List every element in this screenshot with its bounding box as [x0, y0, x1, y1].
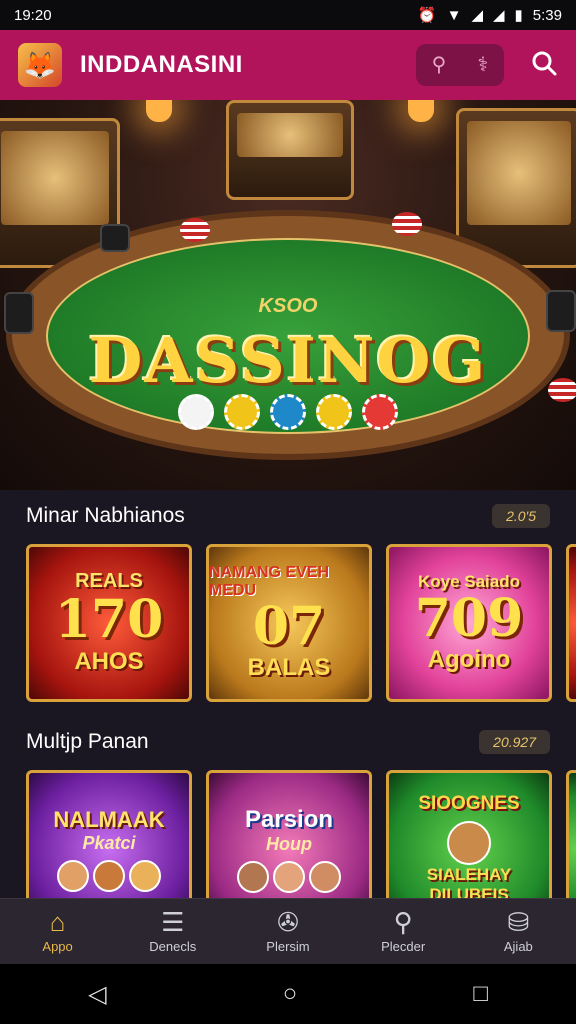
card-subtitle: Houp: [266, 833, 312, 854]
card-title: NALMAAK: [53, 806, 165, 832]
recents-icon[interactable]: □: [473, 980, 488, 1008]
card-characters: [237, 860, 341, 893]
dice-cup: [546, 290, 576, 332]
card-characters: [57, 859, 161, 892]
character-avatar: [129, 859, 161, 892]
lamp: [408, 100, 434, 122]
app-title: INDDANASINI: [80, 51, 243, 78]
chip: [270, 394, 306, 430]
card-characters: [447, 821, 491, 865]
hero-banner[interactable]: KSOO DASSINOG: [0, 100, 576, 490]
settings-circle-icon: ✇: [277, 907, 299, 937]
chip-stack: [392, 212, 422, 236]
app-bar: 🦊 INDDANASINI ⚲ ⚕: [0, 30, 576, 100]
search-icon: ⚲: [393, 907, 413, 937]
nav-label: Ajiab: [503, 939, 533, 954]
section-header: Minar Nabhianos 2.0'5: [26, 498, 550, 534]
nav-label: Plersim: [266, 939, 310, 954]
character-avatar: [237, 860, 269, 893]
wifi-icon: ▼: [446, 6, 462, 24]
home-icon: ⌂: [49, 907, 66, 937]
nav-label: Plecder: [381, 939, 426, 954]
chip-stack: [548, 378, 576, 402]
chip-stack: [180, 218, 210, 242]
character-avatar: [93, 859, 125, 892]
chip: [362, 394, 398, 430]
chip-row: [48, 394, 528, 430]
chip: [224, 394, 260, 430]
chip: [316, 394, 352, 430]
nav-item-list[interactable]: ☰ Denecls: [118, 909, 228, 954]
nav-item-search[interactable]: ⚲ Plecder: [348, 909, 458, 954]
roulette-machine: [226, 100, 354, 200]
signal-icon-2: ◢: [492, 7, 505, 24]
card-number: 07: [252, 595, 326, 657]
card-number: 170: [54, 589, 164, 651]
list-icon: ☰: [161, 907, 185, 937]
card-title: Parsion: [244, 805, 334, 833]
hero-title: DASSINOG: [88, 324, 488, 397]
chip-stack-icon: ⛁: [507, 907, 530, 937]
card-title: SIOOGNES: [418, 793, 520, 814]
character-avatar: [447, 821, 491, 865]
app-logo[interactable]: 🦊: [18, 43, 62, 87]
poker-table: KSOO DASSINOG: [6, 210, 570, 460]
game-card[interactable]: Koye Saiado 709 Agoino: [386, 544, 552, 702]
status-bar: 19:20 ⏰ ▼ ◢ ◢ ▮ 5:39: [0, 0, 576, 30]
signal-icon: ◢: [471, 7, 483, 24]
search-icon[interactable]: ⚲: [432, 55, 447, 75]
status-right-time: 5:39: [532, 6, 562, 24]
game-card[interactable]: NAMANG EVEH MEDU 07 BALAS: [206, 544, 372, 702]
character-avatar: [57, 859, 89, 892]
system-nav-bar: ◁ ○ □: [0, 964, 576, 1024]
card-title: NAMANG EVEH MEDU: [209, 563, 330, 599]
section-title: Multjp Panan: [26, 730, 149, 753]
alarm-icon: ⏰: [417, 7, 437, 24]
character-avatar: [273, 860, 305, 893]
game-card-partial[interactable]: [566, 544, 576, 702]
chip: [178, 394, 214, 430]
dice-cup: [4, 292, 34, 334]
search-icon: [532, 51, 557, 75]
card-subtitle: BALAS: [247, 654, 331, 682]
nav-item-settings[interactable]: ✇ Plersim: [233, 909, 343, 954]
card-number: 709: [414, 587, 524, 649]
game-card[interactable]: REALS 170 AHOS: [26, 544, 192, 702]
card-subtitle: Agoino: [427, 646, 511, 674]
section-badge[interactable]: 20.927: [479, 730, 550, 754]
home-circle-icon[interactable]: ○: [283, 980, 298, 1008]
battery-icon: ▮: [514, 7, 523, 24]
card-subtitle: Pkatci: [82, 832, 136, 853]
hero-subtitle: KSOO: [258, 295, 318, 317]
status-icons: ⏰ ▼ ◢ ◢ ▮ 5:39: [417, 6, 562, 25]
filter-icon[interactable]: ⚕: [478, 55, 489, 75]
bottom-nav: ⌂ Appo ☰ Denecls ✇ Plersim ⚲ Plecder ⛁ A…: [0, 898, 576, 964]
table-felt: KSOO DASSINOG: [46, 238, 530, 434]
search-button[interactable]: [530, 49, 558, 82]
action-pill: ⚲ ⚕: [416, 44, 504, 86]
game-card-row: REALS 170 AHOS NAMANG EVEH MEDU 07 BALAS…: [26, 544, 576, 702]
nav-label: Appo: [42, 939, 73, 954]
section-header: Multjp Panan 20.927: [26, 724, 550, 760]
section-title: Minar Nabhianos: [26, 504, 185, 527]
screen: 19:20 ⏰ ▼ ◢ ◢ ▮ 5:39 🦊 INDDANASINI ⚲ ⚕ K…: [0, 0, 576, 1024]
back-icon[interactable]: ◁: [88, 980, 106, 1009]
nav-label: Denecls: [149, 939, 197, 954]
section-badge[interactable]: 2.0'5: [492, 504, 550, 528]
status-time: 19:20: [14, 6, 52, 24]
app-actions: ⚲ ⚕: [416, 44, 558, 86]
nav-item-chips[interactable]: ⛁ Ajiab: [463, 909, 573, 954]
character-avatar: [309, 860, 341, 893]
dice-cup: [100, 224, 130, 252]
card-subtitle: AHOS: [74, 647, 144, 675]
lamp: [146, 100, 172, 122]
nav-item-home[interactable]: ⌂ Appo: [3, 909, 113, 954]
